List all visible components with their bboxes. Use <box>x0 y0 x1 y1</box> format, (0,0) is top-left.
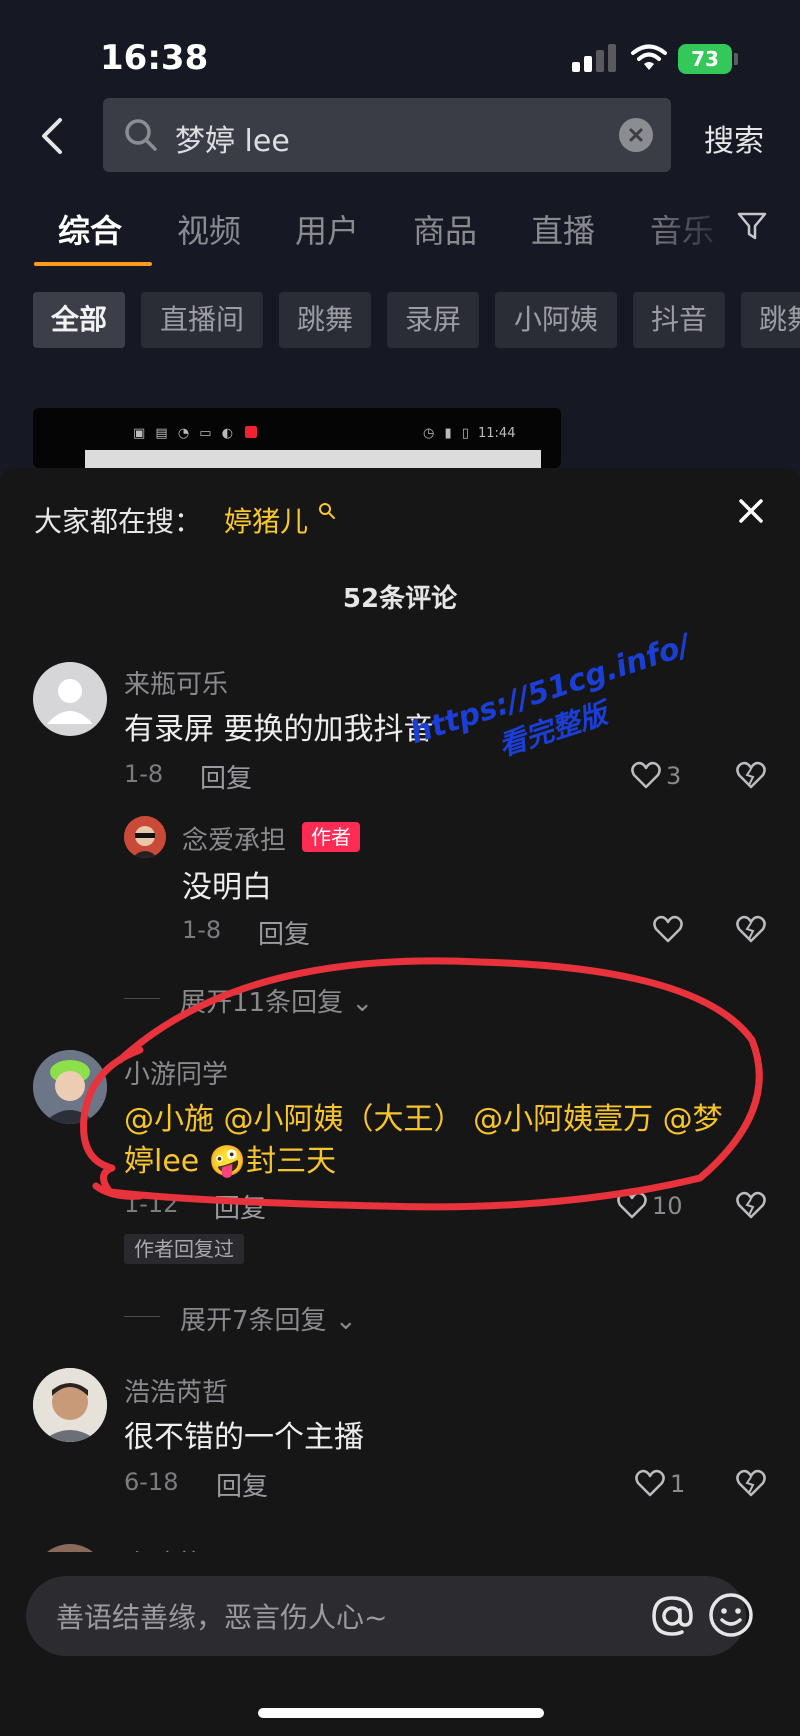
broken-heart-icon[interactable] <box>736 760 766 790</box>
chevron-down-icon: ⌄ <box>351 988 374 1018</box>
comment-author[interactable]: 小游同学 <box>124 1054 228 1091</box>
avatar-image <box>33 1050 107 1124</box>
comment-date: 1-12 <box>124 1190 179 1218</box>
hot-search-term[interactable]: 婷猪儿 <box>224 500 308 540</box>
avatar[interactable] <box>33 1368 107 1442</box>
status-time: 16:38 <box>100 38 209 78</box>
comment-input[interactable]: 善语结善缘，恶言伤人心~ <box>26 1576 753 1656</box>
expand-replies-label: 展开11条回复 <box>180 988 344 1018</box>
avatar[interactable] <box>33 1050 107 1124</box>
heart-icon[interactable] <box>630 760 662 790</box>
reply-button[interactable]: 回复 <box>214 1188 266 1225</box>
chip-live-room[interactable]: 直播间 <box>141 292 263 348</box>
clear-search-button[interactable] <box>619 118 653 152</box>
heart-icon[interactable] <box>634 1468 666 1498</box>
like-count: 1 <box>670 1470 686 1498</box>
active-tab-indicator <box>34 262 152 266</box>
reply-button[interactable]: 回复 <box>216 1466 268 1503</box>
emoji-icon[interactable] <box>706 1590 756 1640</box>
reply-button[interactable]: 回复 <box>200 758 252 795</box>
tab-fade <box>640 196 750 256</box>
comment-text[interactable]: 没明白 <box>182 862 272 906</box>
search-icon <box>319 503 335 519</box>
heart-icon[interactable] <box>616 1190 648 1220</box>
chip-screen-recording[interactable]: 录屏 <box>387 292 479 348</box>
close-icon[interactable] <box>736 496 766 526</box>
like-count: 3 <box>666 762 682 790</box>
expand-replies-button[interactable]: 展开11条回复 ⌄ <box>180 982 373 1019</box>
thumbnail-status-bar: ▣ ▤ ◔ ▭ ◐ ◷ ▮ ▯ 11:44 <box>133 426 516 441</box>
like-count: 10 <box>652 1192 683 1220</box>
chip-douyin[interactable]: 抖音 <box>633 292 725 348</box>
battery-level: 73 <box>678 44 732 74</box>
comment-author[interactable]: 来瓶可乐 <box>124 664 228 701</box>
cellular-signal-icon <box>572 44 618 72</box>
tab-users[interactable]: 用户 <box>295 206 359 252</box>
reply-button[interactable]: 回复 <box>258 914 310 951</box>
tab-all[interactable]: 综合 <box>58 206 122 252</box>
battery-cap <box>734 53 738 65</box>
comment-text[interactable]: 有录屏 要换的加我抖音 <box>124 704 434 748</box>
tab-products[interactable]: 商品 <box>413 206 477 252</box>
hot-search-label: 大家都在搜： <box>34 505 203 538</box>
author-badge: 作者 <box>302 822 360 852</box>
comment-date: 1-8 <box>124 760 164 788</box>
chevron-down-icon: ⌄ <box>334 1306 357 1336</box>
comment-date: 1-8 <box>182 916 222 944</box>
thumbnail-frame <box>85 450 541 468</box>
home-indicator <box>258 1708 544 1718</box>
search-button[interactable]: 搜索 <box>704 116 764 160</box>
tab-live[interactable]: 直播 <box>531 206 595 252</box>
comment-text-mentions[interactable]: @小施 @小阿姨（大王） @小阿姨壹万 @梦 <box>124 1094 723 1138</box>
avatar[interactable] <box>33 662 107 736</box>
default-avatar-icon <box>47 679 93 724</box>
back-arrow-icon[interactable] <box>34 114 74 158</box>
chip-dance-2[interactable]: 跳舞 <box>741 292 800 348</box>
close-icon <box>629 128 643 142</box>
expand-replies-button[interactable]: 展开7条回复 ⌄ <box>180 1300 357 1337</box>
comment-author[interactable]: 念爱承担 <box>182 820 286 857</box>
search-query: 梦婷 lee <box>175 124 290 159</box>
chip-all[interactable]: 全部 <box>33 292 125 348</box>
chip-dance[interactable]: 跳舞 <box>279 292 371 348</box>
tab-videos[interactable]: 视频 <box>177 206 241 252</box>
comment-text-mentions-2[interactable]: 婷lee 🤪封三天 <box>124 1136 336 1180</box>
comment-input-placeholder: 善语结善缘，恶言伤人心~ <box>56 1601 388 1634</box>
broken-heart-icon[interactable] <box>736 1190 766 1220</box>
mention-icon[interactable] <box>648 1592 696 1640</box>
comment-author[interactable]: 浩浩芮哲 <box>124 1372 228 1409</box>
author-replied-tag: 作者回复过 <box>124 1234 244 1264</box>
comment-count: 52条评论 <box>342 584 458 614</box>
expand-divider <box>124 998 160 999</box>
search-icon <box>125 119 157 151</box>
heart-icon[interactable] <box>652 914 684 944</box>
avatar-image <box>124 816 166 858</box>
search-input[interactable]: 梦婷 lee <box>103 98 671 172</box>
expand-replies-label: 展开7条回复 <box>180 1306 327 1336</box>
broken-heart-icon[interactable] <box>736 914 766 944</box>
screen: { "status_bar": { "time": "16:38", "batt… <box>0 0 800 1736</box>
avatar[interactable] <box>124 816 166 858</box>
wifi-icon <box>631 44 667 70</box>
comment-date: 6-18 <box>124 1468 179 1496</box>
filter-icon[interactable] <box>736 210 768 242</box>
broken-heart-icon[interactable] <box>736 1468 766 1498</box>
comment-text[interactable]: 很不错的一个主播 <box>124 1412 364 1456</box>
thumbnail-time: 11:44 <box>478 426 516 441</box>
video-thumbnail[interactable]: ▣ ▤ ◔ ▭ ◐ ◷ ▮ ▯ 11:44 <box>33 408 561 468</box>
avatar-image <box>33 1368 107 1442</box>
expand-divider <box>124 1316 160 1317</box>
chip-auntie[interactable]: 小阿姨 <box>495 292 617 348</box>
